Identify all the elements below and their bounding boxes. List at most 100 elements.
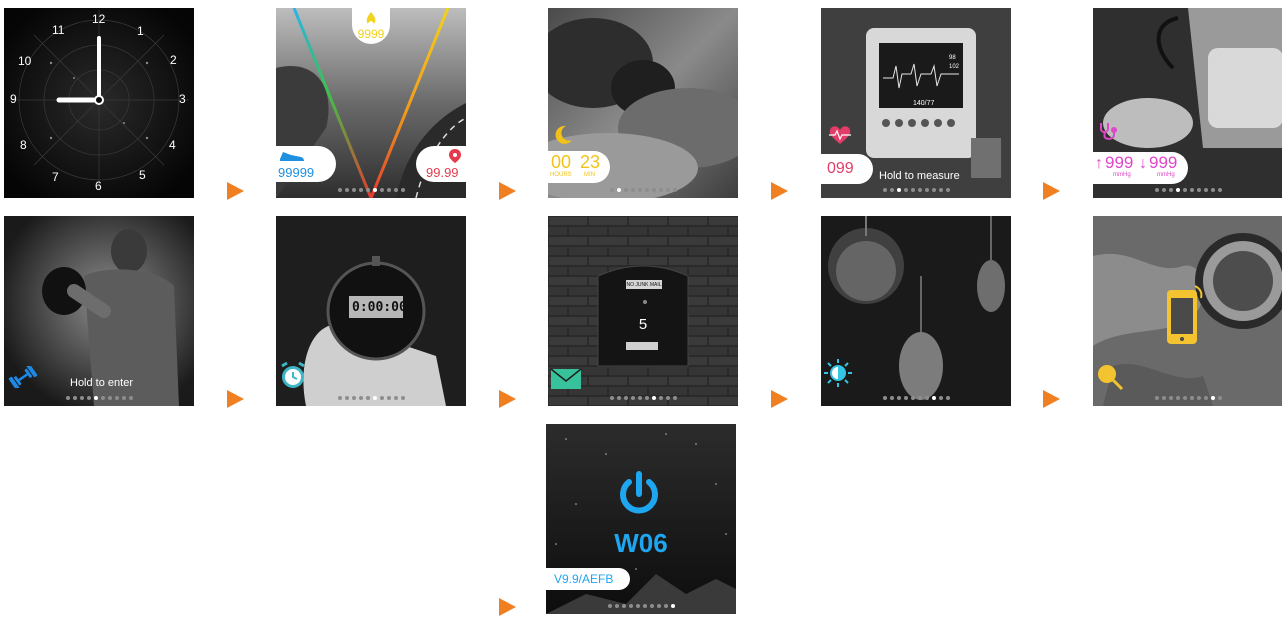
page-dot — [658, 188, 663, 192]
hours-label: HOURS — [550, 172, 572, 178]
page-dot — [358, 188, 363, 192]
page-indicator — [1093, 188, 1282, 192]
clock-hands-icon — [56, 36, 104, 105]
page-dot — [1175, 188, 1180, 192]
page-indicator — [546, 604, 736, 608]
diastolic-value: 999 — [1149, 153, 1178, 172]
power-screen[interactable]: W06 V9.9/AEFB — [546, 424, 736, 614]
envelope-icon — [550, 368, 582, 389]
page-dot — [644, 396, 649, 400]
page-dot — [365, 188, 370, 192]
page-dot — [635, 604, 640, 608]
page-dot — [656, 604, 661, 608]
activity-screen[interactable]: 9999 99999 99.99 — [276, 8, 466, 198]
page-dot — [379, 188, 384, 192]
sleep-screen[interactable]: 00 23 HOURS MIN — [548, 8, 738, 198]
page-dot — [100, 396, 105, 400]
monitor-reading-2: 102 — [949, 64, 960, 70]
page-dot — [337, 396, 342, 400]
steps-badge: 99999 — [276, 146, 336, 182]
alarm-clock-icon — [281, 361, 305, 388]
bp-badge: ↑ 999 mmHg ↓ 999 mmHg — [1093, 152, 1188, 184]
page-dot — [609, 396, 614, 400]
page-dot — [351, 188, 356, 192]
fitness-screen[interactable]: Hold to enter — [4, 216, 194, 406]
brightness-icon — [824, 359, 852, 387]
power-icon — [620, 471, 658, 514]
page-indicator — [821, 396, 1011, 400]
page-dot — [903, 396, 908, 400]
page-dot — [1161, 396, 1166, 400]
page-dot — [609, 188, 614, 192]
page-dot — [651, 396, 656, 400]
page-dot — [365, 396, 370, 400]
sleep-minutes: 23 — [580, 152, 601, 172]
heart-rate-value: 099 — [827, 160, 854, 177]
page-dot — [1182, 396, 1187, 400]
monitor-reading-3: 140/77 — [913, 100, 935, 107]
page-dot — [121, 396, 126, 400]
page-dot — [672, 188, 677, 192]
page-dot — [637, 396, 642, 400]
stopwatch-screen[interactable]: 0:00:00 — [276, 216, 466, 406]
page-dot — [623, 396, 628, 400]
page-dot — [1203, 396, 1208, 400]
page-dot — [616, 188, 621, 192]
page-dot — [1182, 188, 1187, 192]
brightness-screen[interactable] — [821, 216, 1011, 406]
page-dot — [1154, 188, 1159, 192]
page-dot — [86, 396, 91, 400]
calorie-badge: 9999 — [352, 8, 390, 44]
next-arrow — [771, 182, 788, 200]
next-arrow — [227, 182, 244, 200]
steps-value: 99999 — [278, 165, 315, 180]
heart-pulse-icon — [829, 126, 851, 144]
page-dot — [393, 396, 398, 400]
diastolic-unit: mmHg — [1157, 172, 1175, 178]
page-dot — [882, 396, 887, 400]
distance-value: 99.99 — [426, 165, 459, 180]
page-dot — [79, 396, 84, 400]
blood-pressure-screen[interactable]: ↑ 999 mmHg ↓ 999 mmHg — [1093, 8, 1282, 198]
page-indicator — [548, 188, 738, 192]
page-dot — [630, 188, 635, 192]
page-dot — [400, 396, 405, 400]
page-dot — [614, 604, 619, 608]
messages-screen[interactable]: NO JUNK MAIL 5 — [548, 216, 738, 406]
page-dot — [400, 188, 405, 192]
page-dot — [1189, 188, 1194, 192]
page-dot — [945, 396, 950, 400]
version-label: V9.9/AEFB — [554, 572, 614, 586]
page-dot — [896, 188, 901, 192]
page-dot — [1210, 396, 1215, 400]
page-dot — [344, 188, 349, 192]
next-arrow — [771, 390, 788, 408]
page-dot — [344, 396, 349, 400]
page-dot — [623, 188, 628, 192]
page-dot — [931, 396, 936, 400]
systolic-unit: mmHg — [1113, 172, 1131, 178]
magnifier-icon — [1098, 365, 1124, 391]
page-dot — [938, 396, 943, 400]
model-name: W06 — [614, 528, 668, 558]
heart-rate-screen[interactable]: 98 102 140/77 099 Hold to measure — [821, 8, 1011, 198]
page-dot — [351, 396, 356, 400]
page-dot — [1217, 188, 1222, 192]
down-arrow-icon: ↓ — [1139, 155, 1147, 172]
sleep-hours: 00 — [551, 152, 572, 172]
page-dot — [72, 396, 77, 400]
stopwatch-display: 0:00:00 — [352, 300, 407, 315]
page-dot — [670, 604, 675, 608]
page-dot — [931, 188, 936, 192]
page-indicator — [276, 188, 466, 192]
page-dot — [1161, 188, 1166, 192]
page-dot — [665, 396, 670, 400]
page-dot — [107, 396, 112, 400]
clock-screen[interactable]: 12 1 2 3 4 5 6 7 8 9 10 11 — [4, 8, 194, 198]
find-phone-screen[interactable] — [1093, 216, 1282, 406]
page-dot — [917, 396, 922, 400]
page-indicator — [548, 396, 738, 400]
next-arrow — [499, 390, 516, 408]
page-dot — [651, 188, 656, 192]
page-dot — [607, 604, 612, 608]
